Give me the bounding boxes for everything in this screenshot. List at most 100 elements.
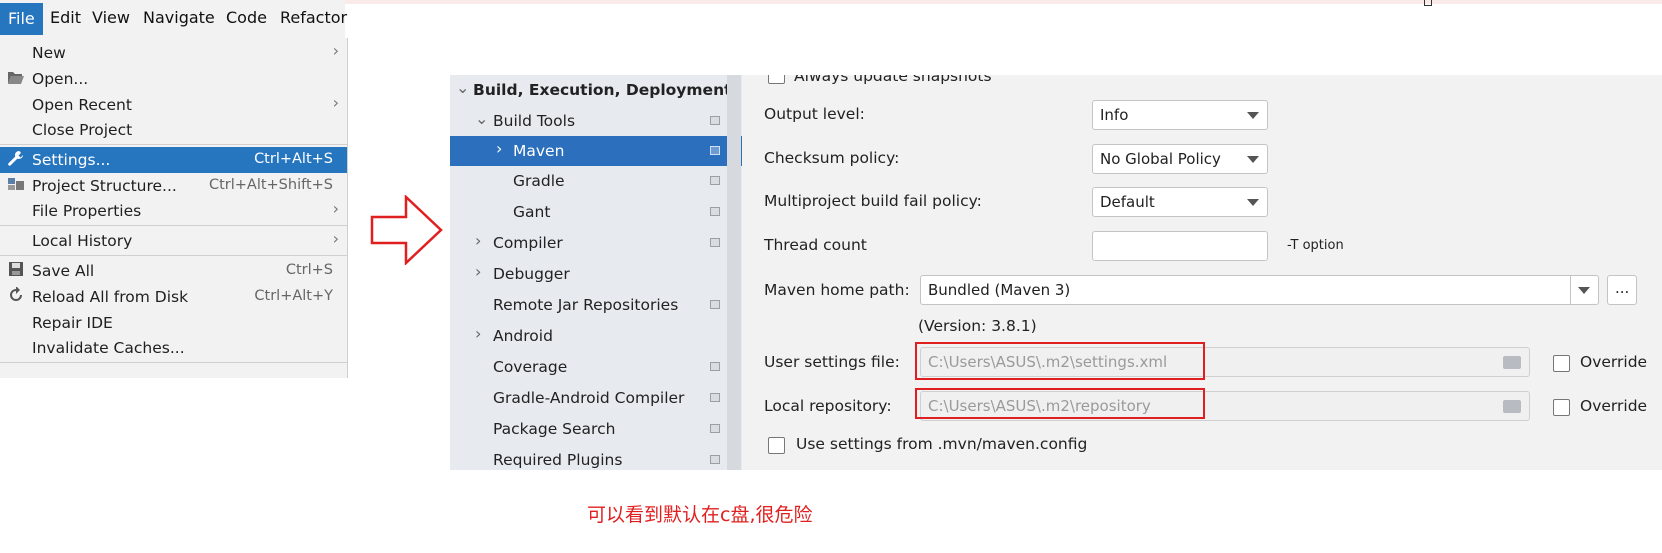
menu-item-repair-ide[interactable]: Repair IDE — [0, 310, 347, 336]
tree-node-label: Build Tools — [493, 112, 576, 130]
menu-code[interactable]: Code — [226, 8, 267, 27]
tree-node-label: Required Plugins — [493, 451, 623, 469]
output-level-label: Output level: — [764, 105, 865, 123]
menu-item-label: Open Recent — [32, 96, 132, 114]
tree-node-label: Maven — [513, 142, 565, 160]
top-strip — [345, 0, 1662, 4]
folder-icon[interactable] — [1503, 356, 1521, 369]
maven-version-text: (Version: 3.8.1) — [918, 317, 1037, 335]
menu-item-new[interactable]: New › — [0, 40, 347, 66]
highlight-user-settings — [915, 342, 1205, 380]
chevron-right-icon[interactable]: › — [475, 324, 481, 343]
dropdown-divider — [1570, 276, 1571, 304]
tree-node-label: Gradle-Android Compiler — [493, 389, 685, 407]
window-marker — [1424, 0, 1432, 6]
maven-home-browse-button[interactable]: ... — [1607, 275, 1637, 305]
tree-node-build-tools[interactable]: ⌄ Build Tools — [450, 106, 742, 136]
tree-node-package-search[interactable]: Package Search — [450, 414, 742, 444]
menu-item-label: File Properties — [32, 202, 142, 220]
submenu-arrow-icon: › — [332, 199, 339, 218]
tree-node-gradle[interactable]: Gradle — [450, 166, 742, 196]
page-icon — [710, 176, 720, 185]
thread-option-hint: -T option — [1287, 238, 1344, 253]
tree-node-required-plugins[interactable]: Required Plugins — [450, 445, 742, 470]
tree-node-coverage[interactable]: Coverage — [450, 352, 742, 382]
reload-icon — [6, 286, 26, 307]
menu-item-shortcut: Ctrl+S — [285, 262, 333, 278]
menu-item-invalidate-caches[interactable]: Invalidate Caches... — [0, 335, 347, 361]
user-settings-override-checkbox[interactable] — [1553, 355, 1570, 372]
menu-view[interactable]: View — [92, 8, 130, 27]
page-icon — [710, 455, 720, 464]
chevron-right-icon[interactable]: › — [475, 231, 481, 250]
submenu-arrow-icon: › — [332, 41, 339, 60]
tree-node-debugger[interactable]: › Debugger — [450, 259, 742, 289]
tree-node-label: Build, Execution, Deployment — [473, 81, 732, 99]
maven-home-dropdown[interactable]: Bundled (Maven 3) — [920, 275, 1599, 305]
page-icon — [710, 116, 720, 125]
output-level-dropdown[interactable]: Info — [1092, 100, 1268, 130]
page-icon — [710, 207, 720, 216]
menu-file[interactable]: File — [0, 3, 43, 35]
menu-item-label: Close Project — [32, 121, 133, 139]
tree-node-remote-jar-repositories[interactable]: Remote Jar Repositories — [450, 290, 742, 320]
red-arrow-icon — [370, 194, 444, 269]
folder-open-icon — [6, 69, 26, 89]
tree-node-label: Gradle — [513, 172, 565, 190]
page-icon — [710, 146, 720, 155]
chevron-down-icon — [1247, 112, 1259, 119]
tree-node-label: Gant — [513, 203, 551, 221]
page-icon — [710, 238, 720, 247]
maven-home-label: Maven home path: — [764, 281, 910, 299]
browse-label: ... — [1615, 279, 1630, 297]
thread-count-input[interactable] — [1092, 231, 1268, 261]
maven-home-value: Bundled (Maven 3) — [928, 281, 1071, 299]
wrench-icon — [6, 150, 26, 170]
user-settings-override-label: Override — [1580, 353, 1648, 371]
menu-item-shortcut: Ctrl+Alt+Shift+S — [208, 177, 333, 193]
menu-item-close-project[interactable]: Close Project — [0, 117, 347, 143]
tree-node-label: Debugger — [493, 265, 570, 283]
menu-item-open[interactable]: Open... — [0, 66, 347, 92]
menu-item-open-recent[interactable]: Open Recent › — [0, 92, 347, 118]
tree-node-compiler[interactable]: › Compiler — [450, 228, 742, 258]
tree-node-maven[interactable]: › Maven — [450, 136, 742, 166]
tree-node-android[interactable]: › Android — [450, 321, 742, 351]
menu-item-file-properties[interactable]: File Properties › — [0, 198, 347, 224]
menu-item-save-all[interactable]: Save All Ctrl+S — [0, 258, 347, 284]
menu-item-settings[interactable]: Settings... Ctrl+Alt+S — [0, 147, 347, 173]
tree-node-label: Android — [493, 327, 553, 345]
menu-item-local-history[interactable]: Local History › — [0, 228, 347, 254]
local-repository-override-label: Override — [1580, 397, 1648, 415]
chevron-down-icon[interactable]: ⌄ — [475, 109, 488, 128]
tree-node-label: Coverage — [493, 358, 568, 376]
tree-scrollbar[interactable] — [727, 75, 741, 470]
chevron-down-icon — [1247, 199, 1259, 206]
use-mvn-config-checkbox[interactable] — [768, 437, 785, 454]
chevron-down-icon[interactable]: ⌄ — [456, 78, 469, 97]
project-structure-icon — [6, 176, 26, 196]
menu-separator — [0, 362, 347, 363]
local-repository-override-checkbox[interactable] — [1553, 399, 1570, 416]
output-level-value: Info — [1100, 106, 1129, 124]
submenu-arrow-icon: › — [332, 93, 339, 112]
folder-icon[interactable] — [1503, 400, 1521, 413]
tree-node-gant[interactable]: Gant — [450, 197, 742, 227]
tree-node-gradle-android-compiler[interactable]: Gradle-Android Compiler — [450, 383, 742, 413]
tree-node-build-execution-deployment[interactable]: ⌄ Build, Execution, Deployment — [450, 75, 742, 105]
page-icon — [710, 300, 720, 309]
thread-count-label: Thread count — [764, 236, 867, 254]
multiproject-fail-policy-dropdown[interactable]: Default — [1092, 187, 1268, 217]
menu-edit[interactable]: Edit — [50, 8, 81, 27]
page-icon — [710, 393, 720, 402]
chevron-right-icon[interactable]: › — [496, 139, 502, 158]
always-update-snapshots-checkbox[interactable] — [768, 75, 785, 84]
checksum-policy-label: Checksum policy: — [764, 149, 900, 167]
checksum-policy-dropdown[interactable]: No Global Policy — [1092, 144, 1268, 174]
multiproject-fail-policy-label: Multiproject build fail policy: — [764, 192, 982, 210]
menu-item-project-structure[interactable]: Project Structure... Ctrl+Alt+Shift+S — [0, 173, 347, 199]
chevron-right-icon[interactable]: › — [475, 262, 481, 281]
menu-refactor[interactable]: Refactor — [280, 8, 347, 27]
menu-navigate[interactable]: Navigate — [143, 8, 215, 27]
menu-item-reload-all[interactable]: Reload All from Disk Ctrl+Alt+Y — [0, 284, 347, 310]
